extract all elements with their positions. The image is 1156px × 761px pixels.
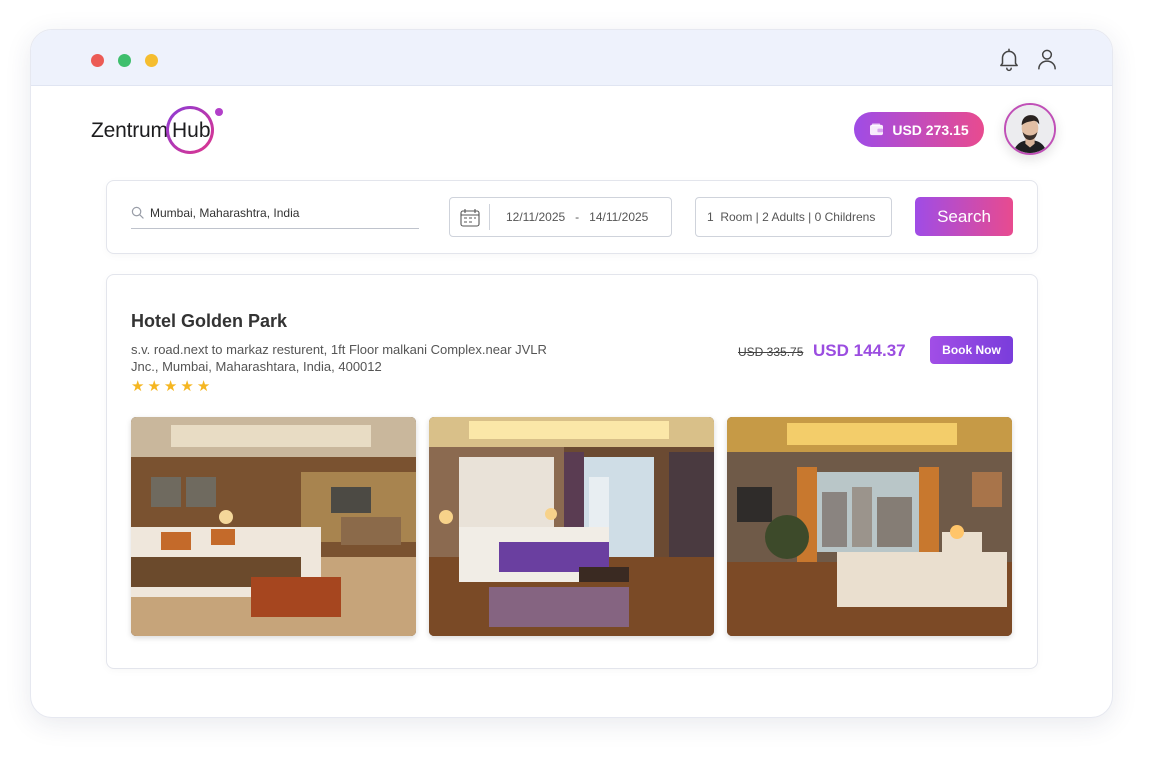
check-out-date[interactable]: 14/11/2025 <box>589 210 648 224</box>
star-icon: ★ <box>196 378 211 395</box>
discounted-price: USD 144.37 <box>813 341 906 360</box>
hotel-room-photo[interactable] <box>429 417 714 636</box>
wallet-amount: USD 273.15 <box>892 121 969 138</box>
window-close-dot[interactable] <box>91 54 104 67</box>
user-icon[interactable] <box>1034 46 1060 72</box>
wallet-balance-button[interactable]: USD 273.15 <box>854 112 984 147</box>
hotel-address: s.v. road.next to markaz resturent, 1ft … <box>131 342 547 374</box>
logo-text-zentrum: Zentrum <box>91 119 168 142</box>
hotel-room-photo[interactable] <box>727 417 1012 636</box>
star-icon: ★ <box>180 378 194 395</box>
star-rating: ★ ★ ★ ★ ★ <box>131 379 210 394</box>
hotel-room-photo[interactable] <box>131 417 416 636</box>
window-titlebar <box>31 30 1112 86</box>
guests-summary: 1 Room | 2 Adults | 0 Childrens <box>707 210 876 224</box>
search-icon <box>131 206 144 219</box>
avatar[interactable] <box>1004 103 1056 155</box>
search-button[interactable]: Search <box>915 197 1013 236</box>
location-field[interactable] <box>131 201 419 229</box>
logo-dot <box>215 108 223 116</box>
browser-window: Zentrum Hub USD 273.15 Mumbai, Maharasht… <box>30 29 1113 718</box>
guests-field[interactable]: 1 Room | 2 Adults | 0 Childrens <box>695 197 892 237</box>
bell-icon[interactable] <box>996 46 1022 72</box>
wallet-icon <box>870 123 884 136</box>
date-range-text: 12/11/2025 - 14/11/2025 <box>506 210 648 224</box>
calendar-icon <box>460 209 480 227</box>
star-icon: ★ <box>131 378 145 395</box>
window-maximize-dot[interactable] <box>118 54 131 67</box>
original-price: USD 335.75 <box>738 345 804 359</box>
date-separator: - <box>575 210 580 224</box>
hotel-name[interactable]: Hotel Golden Park <box>131 311 287 332</box>
book-now-button[interactable]: Book Now <box>930 336 1013 364</box>
date-range-field[interactable]: 12/11/2025 - 14/11/2025 <box>449 197 672 237</box>
hotel-card: Hotel Golden Park s.v. road.next to mark… <box>106 274 1038 669</box>
check-in-date[interactable]: 12/11/2025 <box>506 210 565 224</box>
star-icon: ★ <box>163 378 178 395</box>
search-bar: 12/11/2025 - 14/11/2025 1 Room | 2 Adult… <box>106 180 1038 254</box>
star-icon: ★ <box>147 378 161 395</box>
date-field-divider <box>489 204 490 230</box>
zentrumhub-logo[interactable]: Zentrum Hub <box>91 104 231 156</box>
window-minimize-dot[interactable] <box>145 54 158 67</box>
logo-text-hub: Hub <box>172 119 211 142</box>
location-input[interactable] <box>150 203 415 223</box>
